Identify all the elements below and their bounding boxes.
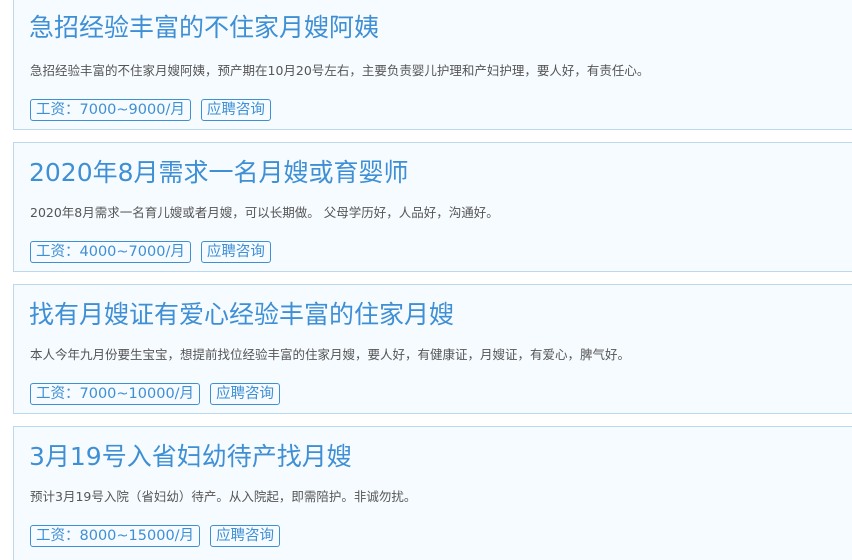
job-description: 预计3月19号入院（省妇幼）待产。从入院起，即需陪护。非诚勿扰。: [30, 489, 417, 504]
job-card: 2020年8月需求一名月嫂或育婴师 2020年8月需求一名育儿嫂或者月嫂，可以长…: [13, 142, 852, 272]
job-card: 急招经验丰富的不住家月嫂阿姨 急招经验丰富的不住家月嫂阿姨，预产期在10月20号…: [13, 0, 852, 130]
job-tags: 工资：7000~9000/月 应聘咨询: [30, 99, 271, 121]
apply-consult-button[interactable]: 应聘咨询: [200, 241, 271, 263]
job-description: 2020年8月需求一名育儿嫂或者月嫂，可以长期做。 父母学历好，人品好，沟通好。: [30, 205, 499, 220]
job-description: 本人今年九月份要生宝宝，想提前找位经验丰富的住家月嫂，要人好，有健康证，月嫂证，…: [30, 347, 631, 362]
job-card: 找有月嫂证有爱心经验丰富的住家月嫂 本人今年九月份要生宝宝，想提前找位经验丰富的…: [13, 284, 852, 414]
job-card: 3月19号入省妇幼待产找月嫂 预计3月19号入院（省妇幼）待产。从入院起，即需陪…: [13, 426, 852, 560]
job-listing: 急招经验丰富的不住家月嫂阿姨 急招经验丰富的不住家月嫂阿姨，预产期在10月20号…: [0, 0, 852, 560]
apply-consult-button[interactable]: 应聘咨询: [200, 99, 271, 121]
apply-consult-button[interactable]: 应聘咨询: [210, 383, 281, 405]
salary-badge: 工资：4000~7000/月: [30, 241, 191, 263]
job-tags: 工资：4000~7000/月 应聘咨询: [30, 241, 271, 263]
job-title[interactable]: 急招经验丰富的不住家月嫂阿姨: [29, 12, 379, 44]
job-description: 急招经验丰富的不住家月嫂阿姨，预产期在10月20号左右，主要负责婴儿护理和产妇护…: [30, 63, 650, 78]
job-tags: 工资：7000~10000/月 应聘咨询: [30, 383, 281, 405]
job-tags: 工资：8000~15000/月 应聘咨询: [30, 525, 281, 547]
apply-consult-button[interactable]: 应聘咨询: [210, 525, 281, 547]
salary-badge: 工资：7000~10000/月: [30, 383, 201, 405]
salary-badge: 工资：8000~15000/月: [30, 525, 201, 547]
job-title[interactable]: 2020年8月需求一名月嫂或育婴师: [29, 157, 409, 189]
job-title[interactable]: 3月19号入省妇幼待产找月嫂: [29, 441, 352, 473]
salary-badge: 工资：7000~9000/月: [30, 99, 191, 121]
job-title[interactable]: 找有月嫂证有爱心经验丰富的住家月嫂: [29, 299, 454, 331]
